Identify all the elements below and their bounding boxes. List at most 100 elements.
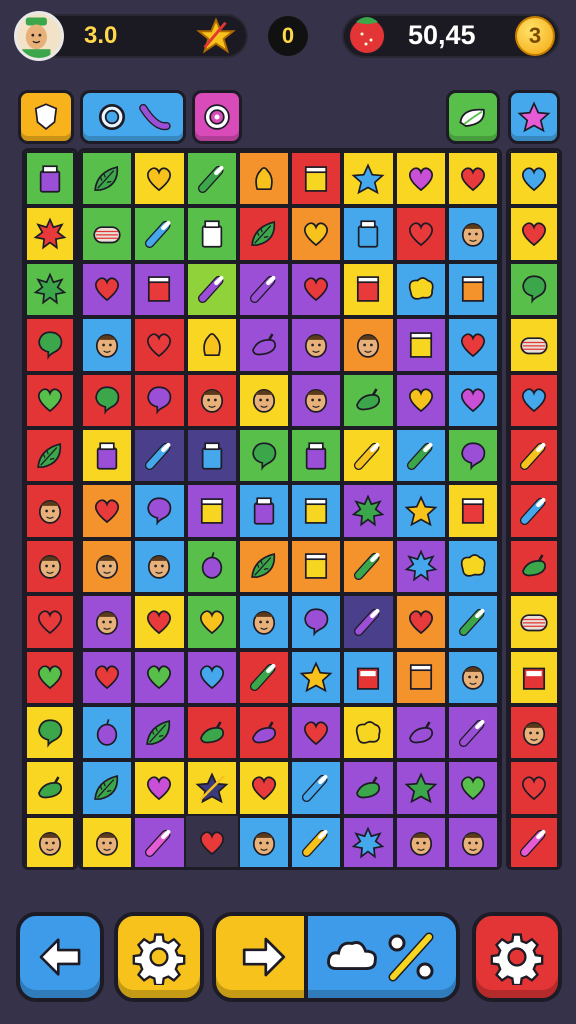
grid-tile[interactable] xyxy=(290,428,343,484)
leaf-tool-button[interactable] xyxy=(446,90,500,144)
left-column-tile[interactable] xyxy=(25,649,75,705)
grid-tile[interactable] xyxy=(237,428,290,484)
grid-tile[interactable] xyxy=(290,649,343,705)
left-column-tile[interactable] xyxy=(25,705,75,761)
grid-tile[interactable] xyxy=(81,317,134,373)
grid-tile[interactable] xyxy=(446,206,499,262)
left-column-tile[interactable] xyxy=(25,261,75,318)
grid-tile[interactable] xyxy=(237,317,290,373)
grid-tile[interactable] xyxy=(237,705,290,761)
grid-tile[interactable] xyxy=(237,594,290,650)
grid-tile[interactable] xyxy=(290,317,343,373)
cloud-discount-button[interactable] xyxy=(304,912,460,1002)
grid-tile[interactable] xyxy=(133,428,186,484)
grid-tile[interactable] xyxy=(133,483,186,539)
grid-tile[interactable] xyxy=(81,649,134,705)
grid-tile[interactable] xyxy=(133,151,186,207)
grid-tile[interactable] xyxy=(185,594,238,650)
left-column-tile[interactable] xyxy=(25,483,75,539)
grid-tile[interactable] xyxy=(342,815,395,867)
grid-tile[interactable] xyxy=(133,649,186,705)
right-column-tile[interactable] xyxy=(509,815,559,867)
grid-tile[interactable] xyxy=(342,261,395,318)
grid-tile[interactable] xyxy=(81,428,134,484)
grid-tile[interactable] xyxy=(446,760,499,816)
grid-tile[interactable] xyxy=(342,594,395,650)
grid-tile[interactable] xyxy=(446,705,499,761)
settings-gear-button[interactable] xyxy=(114,912,204,1002)
grid-tile[interactable] xyxy=(133,261,186,318)
grid-tile[interactable] xyxy=(81,261,134,318)
grid-tile[interactable] xyxy=(237,538,290,595)
grid-tile[interactable] xyxy=(185,483,238,539)
grid-tile[interactable] xyxy=(290,483,343,539)
coin-icon[interactable]: 3 xyxy=(515,16,555,56)
grid-tile[interactable] xyxy=(185,317,238,373)
grid-tile[interactable] xyxy=(342,372,395,428)
left-column-tile[interactable] xyxy=(25,594,75,650)
grid-tile[interactable] xyxy=(290,261,343,318)
grid-tile[interactable] xyxy=(237,649,290,705)
grid-tile[interactable] xyxy=(394,705,447,761)
grid-tile[interactable] xyxy=(237,483,290,539)
grid-tile[interactable] xyxy=(237,151,290,207)
grid-tile[interactable] xyxy=(237,372,290,428)
grid-tile[interactable] xyxy=(394,261,447,318)
right-column-tile[interactable] xyxy=(509,206,559,262)
grid-tile[interactable] xyxy=(394,372,447,428)
grid-tile[interactable] xyxy=(342,760,395,816)
grid-tile[interactable] xyxy=(133,815,186,867)
grid-tile[interactable] xyxy=(290,760,343,816)
grid-tile[interactable] xyxy=(290,594,343,650)
grid-tile[interactable] xyxy=(133,538,186,595)
left-column-tile[interactable] xyxy=(25,815,75,867)
grid-tile[interactable] xyxy=(185,261,238,318)
grid-tile[interactable] xyxy=(394,649,447,705)
grid-tile[interactable] xyxy=(185,206,238,262)
left-column-tile[interactable] xyxy=(25,760,75,816)
grid-tile[interactable] xyxy=(185,815,238,867)
grid-tile[interactable] xyxy=(237,760,290,816)
grid-tile[interactable] xyxy=(446,151,499,207)
grid-tile[interactable] xyxy=(342,538,395,595)
right-column-tile[interactable] xyxy=(509,428,559,484)
grid-tile[interactable] xyxy=(133,594,186,650)
grid-tile[interactable] xyxy=(394,594,447,650)
grid-tile[interactable] xyxy=(133,317,186,373)
shield-tool-button[interactable] xyxy=(18,90,74,144)
grid-tile[interactable] xyxy=(81,594,134,650)
right-column-tile[interactable] xyxy=(509,261,559,318)
right-column-tile[interactable] xyxy=(509,649,559,705)
grid-tile[interactable] xyxy=(81,760,134,816)
grid-tile[interactable] xyxy=(81,815,134,867)
grid-tile[interactable] xyxy=(446,594,499,650)
grid-tile[interactable] xyxy=(237,206,290,262)
grid-tile[interactable] xyxy=(394,760,447,816)
grid-tile[interactable] xyxy=(394,151,447,207)
right-column-tile[interactable] xyxy=(509,760,559,816)
grid-tile[interactable] xyxy=(446,372,499,428)
left-column-tile[interactable] xyxy=(25,372,75,428)
grid-tile[interactable] xyxy=(394,538,447,595)
forward-button[interactable] xyxy=(212,912,312,1002)
right-column-tile[interactable] xyxy=(509,705,559,761)
grid-tile[interactable] xyxy=(446,317,499,373)
grid-tile[interactable] xyxy=(81,483,134,539)
grid-tile[interactable] xyxy=(81,538,134,595)
player-avatar-icon[interactable] xyxy=(14,11,64,61)
grid-tile[interactable] xyxy=(290,705,343,761)
grid-tile[interactable] xyxy=(446,538,499,595)
grid-tile[interactable] xyxy=(133,372,186,428)
grid-tile[interactable] xyxy=(81,206,134,262)
grid-tile[interactable] xyxy=(133,760,186,816)
grid-tile[interactable] xyxy=(185,705,238,761)
ring-brush-tool-button[interactable] xyxy=(80,90,186,144)
grid-tile[interactable] xyxy=(394,483,447,539)
grid-tile[interactable] xyxy=(342,317,395,373)
grid-tile[interactable] xyxy=(394,815,447,867)
grid-tile[interactable] xyxy=(342,151,395,207)
grid-tile[interactable] xyxy=(446,649,499,705)
grid-tile[interactable] xyxy=(290,151,343,207)
grid-tile[interactable] xyxy=(342,483,395,539)
grid-tile[interactable] xyxy=(290,206,343,262)
